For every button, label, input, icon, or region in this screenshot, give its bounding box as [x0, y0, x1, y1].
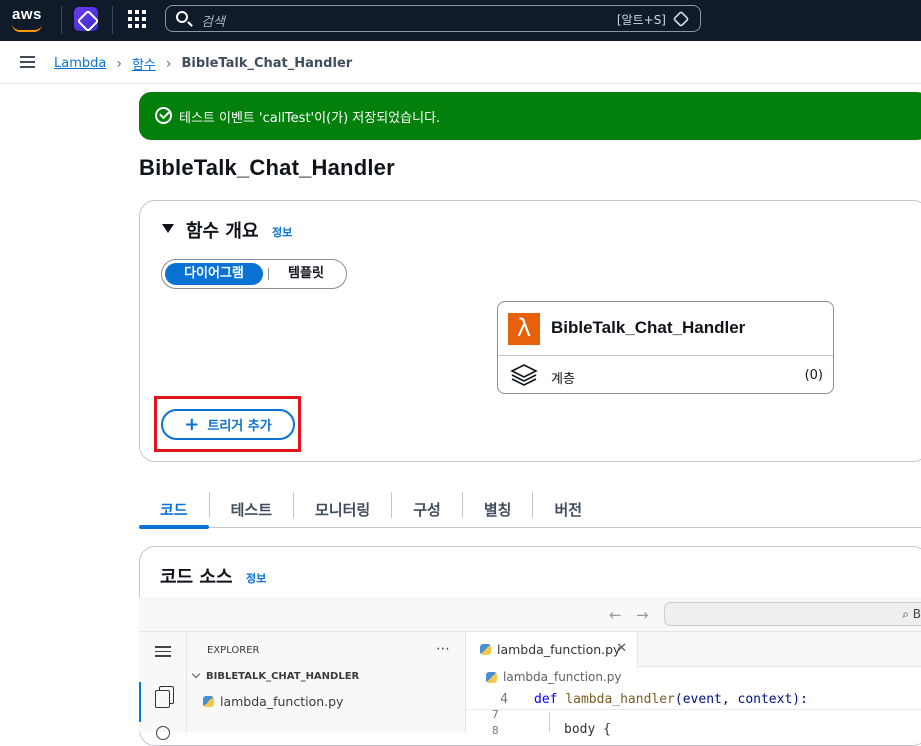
breadcrumb-lambda[interactable]: Lambda	[54, 56, 106, 71]
close-icon[interactable]: ✕	[616, 641, 627, 656]
menu-icon[interactable]	[20, 56, 35, 68]
editor-breadcrumb-label: lambda_function.py	[503, 670, 622, 684]
breadcrumb-current: BibleTalk_Chat_Handler	[181, 56, 353, 71]
function-card: λ BibleTalk_Chat_Handler 계층 (0)	[497, 301, 834, 394]
python-file-icon	[480, 644, 491, 655]
service-icon[interactable]	[74, 7, 98, 31]
editor-pane: lambda_function.py ✕ lambda_function.py …	[466, 632, 921, 737]
function-tabs: 코드 테스트 모니터링 구성 별칭 버전	[139, 490, 921, 529]
code-editor: ← → ⌕ B EXPLORER ⋯ BIBLETALK_CHAT_HANDLE…	[139, 597, 921, 740]
info-link[interactable]: 정보	[272, 224, 292, 240]
segment-diagram[interactable]: 다이어그램	[165, 263, 263, 285]
card-divider	[498, 355, 833, 356]
chevron-right-icon: ›	[116, 55, 122, 72]
code-source-title: 코드 소스	[160, 567, 233, 588]
line-number: 8	[492, 724, 499, 737]
lambda-icon: λ	[508, 313, 540, 345]
search-input[interactable]: 검색 [알트+S]	[165, 5, 701, 32]
layers-count: (0)	[804, 368, 823, 383]
aws-smile-icon	[12, 24, 42, 32]
divider	[0, 83, 921, 84]
indent-guide	[549, 712, 550, 732]
flash-message: 테스트 이벤트 'callTest'이(가) 저장되었습니다.	[179, 111, 441, 126]
ide-title-bar: ← → ⌕ B	[139, 597, 921, 632]
search-shortcut: [알트+S]	[616, 13, 666, 27]
aws-logo[interactable]: aws	[12, 6, 42, 23]
editor-tab-label: lambda_function.py	[497, 642, 621, 657]
amazon-q-icon[interactable]	[672, 10, 690, 28]
files-icon	[155, 690, 170, 708]
breadcrumb: Lambda › 함수 › BibleTalk_Chat_Handler	[54, 54, 353, 74]
tab-code[interactable]: 코드	[139, 490, 209, 529]
forward-arrow-icon[interactable]: →	[636, 606, 649, 624]
ide-command-search[interactable]: ⌕ B	[664, 602, 921, 626]
file-row[interactable]: lambda_function.py	[203, 694, 343, 709]
search-icon: ⌕ B	[902, 607, 921, 621]
segment-divider	[268, 268, 269, 280]
view-segmented-control: 다이어그램 템플릿	[161, 259, 347, 289]
activity-bar	[139, 632, 187, 740]
search-placeholder: 검색	[201, 15, 225, 30]
explorer-title: EXPLORER	[207, 645, 260, 656]
tab-configuration[interactable]: 구성	[392, 490, 462, 528]
explorer-sidebar: EXPLORER ⋯ BIBLETALK_CHAT_HANDLER lambda…	[187, 632, 466, 732]
nav-divider	[61, 6, 62, 34]
panel-title[interactable]: 함수 개요	[186, 217, 259, 243]
back-arrow-icon[interactable]: ←	[609, 606, 622, 624]
ide-search-hint: B	[912, 607, 921, 621]
folder-row[interactable]: BIBLETALK_CHAT_HANDLER	[191, 669, 360, 682]
explorer-activity-button[interactable]	[139, 682, 187, 722]
search-activity-icon[interactable]	[156, 726, 170, 740]
code-function-name: lambda_handler	[565, 692, 675, 707]
nav-divider	[112, 6, 113, 34]
tab-monitoring[interactable]: 모니터링	[294, 490, 391, 528]
chevron-down-icon	[191, 669, 201, 679]
python-file-icon	[486, 671, 497, 683]
segment-template[interactable]: 템플릿	[274, 263, 338, 285]
top-navigation: aws 검색 [알트+S]	[0, 0, 921, 41]
add-trigger-button[interactable]: + 트리거 추가	[161, 409, 295, 440]
chevron-right-icon: ›	[165, 55, 172, 72]
page-title: BibleTalk_Chat_Handler	[139, 155, 395, 180]
check-circle-icon	[155, 107, 172, 124]
editor-tabs: lambda_function.py ✕	[466, 632, 921, 667]
caret-down-icon[interactable]	[162, 224, 174, 233]
layers-label[interactable]: 계층	[551, 368, 575, 387]
function-name: BibleTalk_Chat_Handler	[551, 318, 746, 337]
menu-icon[interactable]	[155, 646, 171, 657]
layers-icon[interactable]	[510, 363, 538, 387]
code-line[interactable]: 4 def lambda_handler(event, context):	[466, 690, 921, 710]
line-number: 4	[500, 692, 508, 707]
breadcrumb-functions[interactable]: 함수	[132, 54, 156, 73]
search-icon	[176, 11, 188, 23]
line-number: 7	[492, 708, 499, 721]
code-params: (event, context):	[674, 692, 808, 707]
code-text: def lambda_handler(event, context):	[534, 692, 808, 707]
function-overview-panel: 함수 개요 정보 다이어그램 템플릿 λ BibleTalk_Chat_Hand…	[139, 200, 921, 462]
folder-name: BIBLETALK_CHAT_HANDLER	[206, 671, 360, 682]
code-fragment: body {	[564, 722, 611, 737]
tab-versions[interactable]: 버전	[533, 490, 603, 528]
editor-breadcrumb[interactable]: lambda_function.py	[486, 670, 622, 684]
tab-test[interactable]: 테스트	[210, 490, 293, 528]
success-flashbar: 테스트 이벤트 'callTest'이(가) 저장되었습니다.	[139, 92, 921, 140]
tab-aliases[interactable]: 별칭	[463, 490, 533, 528]
info-link[interactable]: 정보	[246, 570, 266, 586]
more-actions-icon[interactable]: ⋯	[436, 641, 451, 657]
file-name: lambda_function.py	[220, 694, 344, 709]
apps-grid-icon[interactable]	[128, 10, 146, 28]
python-file-icon	[203, 696, 214, 707]
code-keyword: def	[534, 692, 558, 707]
plus-icon: +	[184, 413, 200, 435]
add-trigger-label: 트리거 추가	[207, 419, 272, 434]
editor-tab[interactable]: lambda_function.py ✕	[466, 632, 638, 667]
